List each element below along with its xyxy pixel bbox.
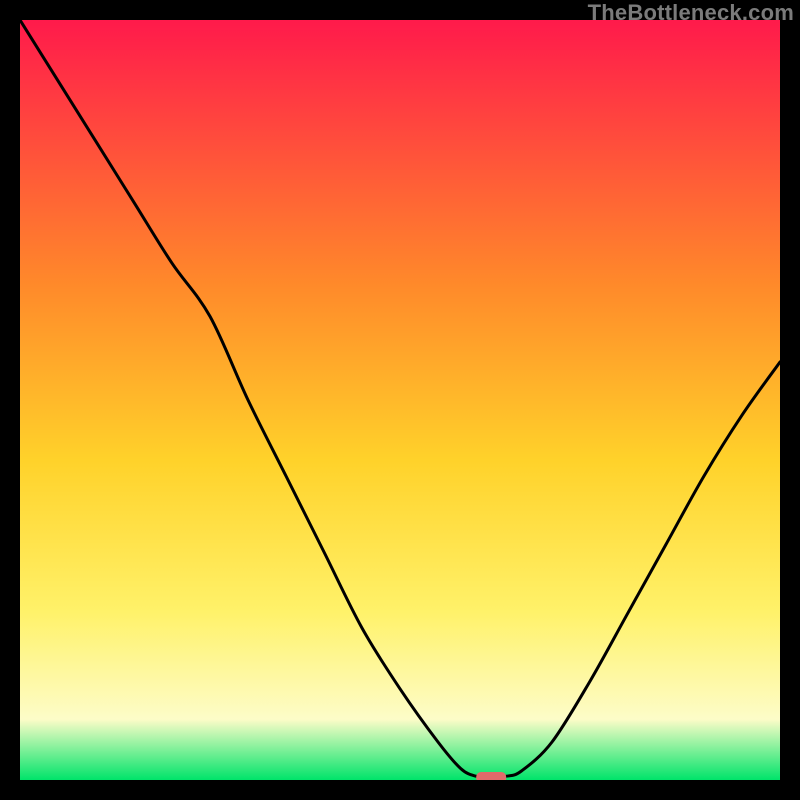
- gradient-background: [20, 20, 780, 780]
- attribution-text: TheBottleneck.com: [588, 0, 794, 26]
- optimal-marker: [476, 772, 506, 780]
- chart-frame: TheBottleneck.com: [0, 0, 800, 800]
- plot-area: [20, 20, 780, 780]
- chart-svg: [20, 20, 780, 780]
